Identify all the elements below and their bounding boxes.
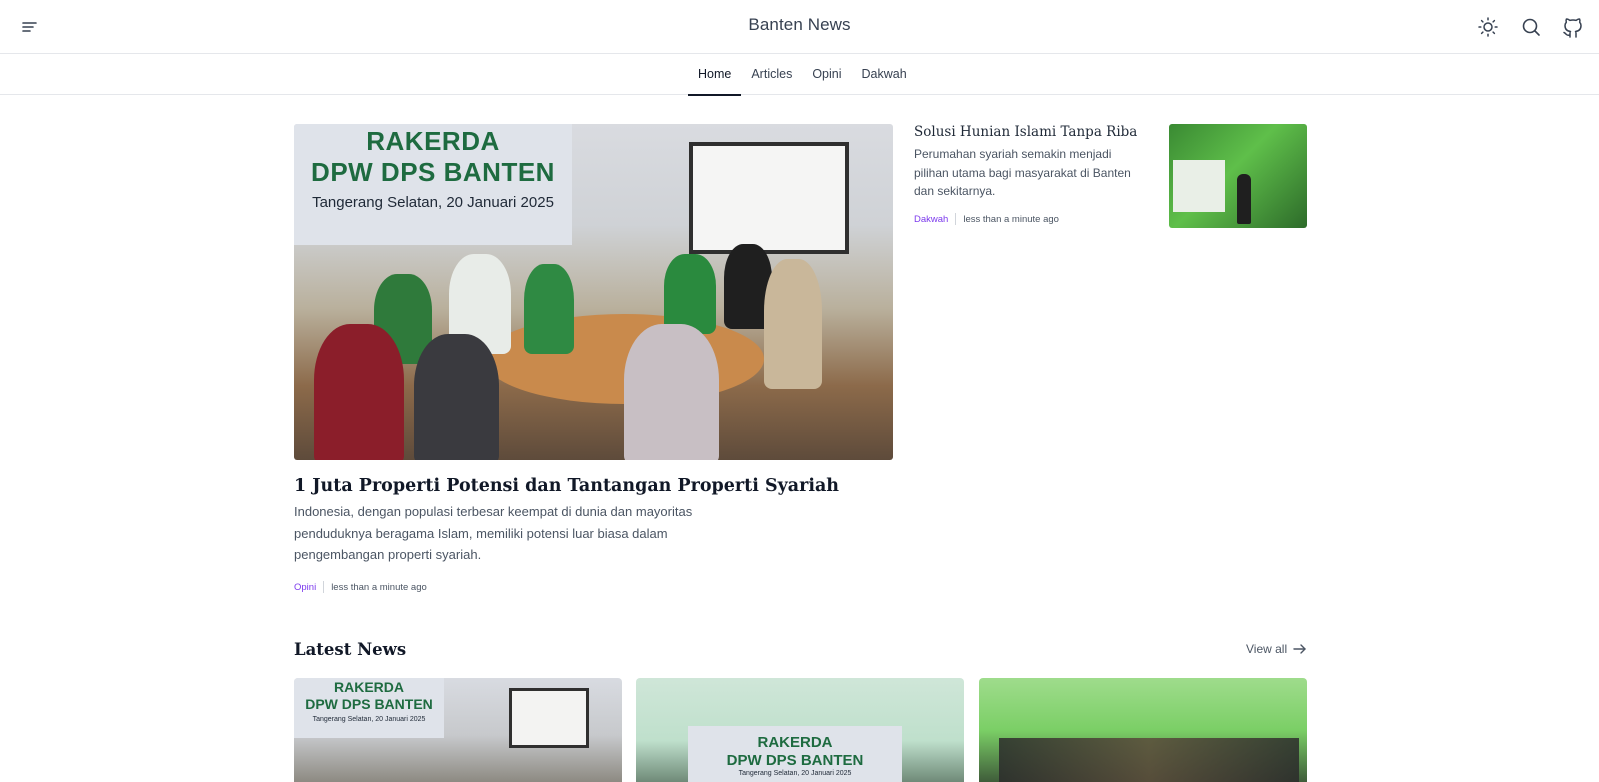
meta-divider (955, 213, 957, 225)
category-nav: Home Articles Opini Dakwah (0, 54, 1599, 96)
hero-banner: RAKERDA DPW DPS BANTEN Tangerang Selatan… (294, 124, 572, 245)
latest-news-card-2[interactable]: RAKERDA DPW DPS BANTEN Tangerang Selatan… (636, 678, 964, 782)
search-icon[interactable] (1520, 16, 1542, 38)
banner-line-1: RAKERDA (366, 126, 500, 156)
side-article-description: Perumahan syariah semakin menjadi piliha… (914, 147, 1131, 198)
hero-article-time: less than a minute ago (331, 581, 427, 593)
hero-article-description: Indonesia, dengan populasi terbesar keem… (294, 504, 693, 562)
tab-opini[interactable]: Opini (802, 54, 851, 95)
meeting-people (314, 244, 854, 460)
tab-articles[interactable]: Articles (741, 54, 802, 95)
side-article-time: less than a minute ago (963, 213, 1059, 225)
side-article-title[interactable]: Solusi Hunian Islami Tanpa Riba (914, 124, 1137, 140)
banner-line-2: DPW DPS BANTEN (311, 157, 555, 187)
banner-line-3: Tangerang Selatan, 20 Januari 2025 (312, 194, 554, 211)
meta-divider (323, 581, 325, 593)
card-banner-line-2: DPW DPS BANTEN (305, 696, 433, 712)
site-title[interactable]: Banten News (0, 15, 1599, 35)
card-banner-line-1: RAKERDA (757, 734, 833, 751)
projector-screen (1173, 160, 1225, 212)
hero-article-image[interactable]: RAKERDA DPW DPS BANTEN Tangerang Selatan… (294, 124, 893, 460)
hero-article-category[interactable]: Opini (294, 582, 316, 593)
card-banner-line-3: Tangerang Selatan, 20 Januari 2025 (312, 716, 426, 723)
latest-news-heading: Latest News (294, 640, 407, 659)
card-banner-line-2: DPW DPS BANTEN (726, 752, 864, 769)
side-article-meta: Dakwah less than a minute ago (914, 213, 1059, 225)
projector-screen (509, 688, 589, 748)
view-all-link[interactable]: View all (1246, 642, 1307, 656)
tab-home[interactable]: Home (688, 54, 742, 96)
projector-screen (689, 142, 849, 254)
hero-article-title[interactable]: 1 Juta Properti Potensi dan Tantangan Pr… (294, 476, 839, 496)
speaker-figure (1237, 174, 1251, 224)
tab-dakwah[interactable]: Dakwah (852, 54, 917, 95)
crowd-figures (999, 738, 1299, 782)
card-banner: RAKERDA DPW DPS BANTEN Tangerang Selatan… (688, 726, 902, 782)
view-all-label: View all (1246, 642, 1288, 656)
latest-news-card-3[interactable] (979, 678, 1307, 782)
sun-icon[interactable] (1477, 16, 1499, 38)
github-icon[interactable] (1562, 16, 1584, 38)
hero-article-meta: Opini less than a minute ago (294, 581, 427, 593)
side-article-category[interactable]: Dakwah (914, 214, 948, 225)
latest-news-card-1[interactable]: RAKERDA DPW DPS BANTEN Tangerang Selatan… (294, 678, 622, 782)
side-article-image[interactable] (1169, 124, 1307, 228)
card-banner: RAKERDA DPW DPS BANTEN Tangerang Selatan… (294, 678, 444, 738)
arrow-right-icon (1293, 644, 1306, 654)
card-banner-line-3: Tangerang Selatan, 20 Januari 2025 (738, 770, 852, 777)
top-header: Banten News (0, 0, 1599, 54)
card-banner-line-1: RAKERDA (334, 679, 404, 695)
